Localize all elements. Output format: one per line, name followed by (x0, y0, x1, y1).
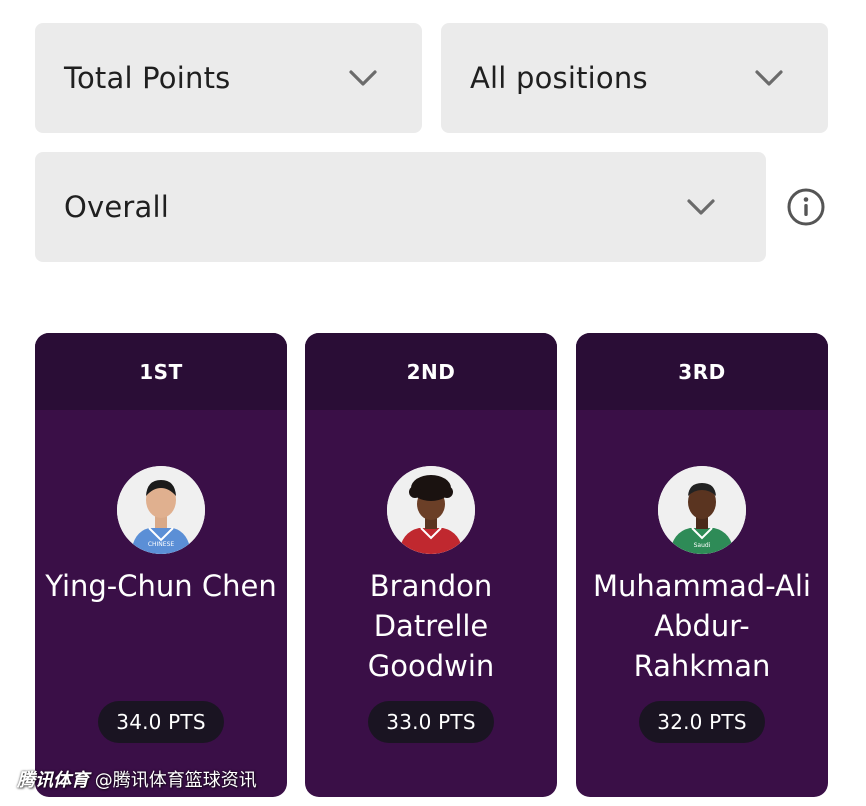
player-avatar: CHINESE (117, 466, 205, 554)
watermark-handle: @腾讯体育篮球资讯 (94, 770, 257, 791)
position-select-value: All positions (470, 61, 648, 95)
leader-card[interactable]: 1ST CHINESE Ying-Chun Chen 34.0 PTS (35, 333, 287, 797)
info-circle-icon[interactable] (786, 187, 826, 227)
rank-label: 3RD (576, 333, 828, 410)
player-name: Muhammad-Ali Abdur-Rahkman (592, 569, 811, 683)
player-avatar: Saudi (658, 466, 746, 554)
svg-text:CHINESE: CHINESE (148, 541, 175, 548)
player-name: Brandon Datrelle Goodwin (367, 569, 495, 683)
chevron-down-icon (752, 61, 786, 95)
leader-card[interactable]: 3RD Saudi Muhammad-Ali Abdur-Rahkman 32.… (576, 333, 828, 797)
chevron-down-icon (346, 61, 380, 95)
points-badge: 32.0 PTS (639, 701, 765, 743)
player-name: Ying-Chun Chen (45, 569, 277, 603)
points-badge: 34.0 PTS (98, 701, 224, 743)
scope-select-value: Overall (64, 190, 170, 224)
points-badge: 33.0 PTS (368, 701, 494, 743)
player-avatar (387, 466, 475, 554)
leader-card[interactable]: 2ND Brandon Datrelle Goodwin 33.0 PTS (305, 333, 557, 797)
rank-label: 1ST (35, 333, 287, 410)
svg-text:Saudi: Saudi (694, 542, 711, 549)
watermark-brand: 腾讯体育 (17, 770, 89, 791)
position-select[interactable]: All positions (441, 23, 828, 133)
watermark: 腾讯体育 @腾讯体育篮球资讯 (17, 766, 257, 792)
chevron-down-icon (684, 190, 718, 224)
rank-label: 2ND (305, 333, 557, 410)
metric-select[interactable]: Total Points (35, 23, 422, 133)
scope-select[interactable]: Overall (35, 152, 766, 262)
metric-select-value: Total Points (64, 61, 231, 95)
